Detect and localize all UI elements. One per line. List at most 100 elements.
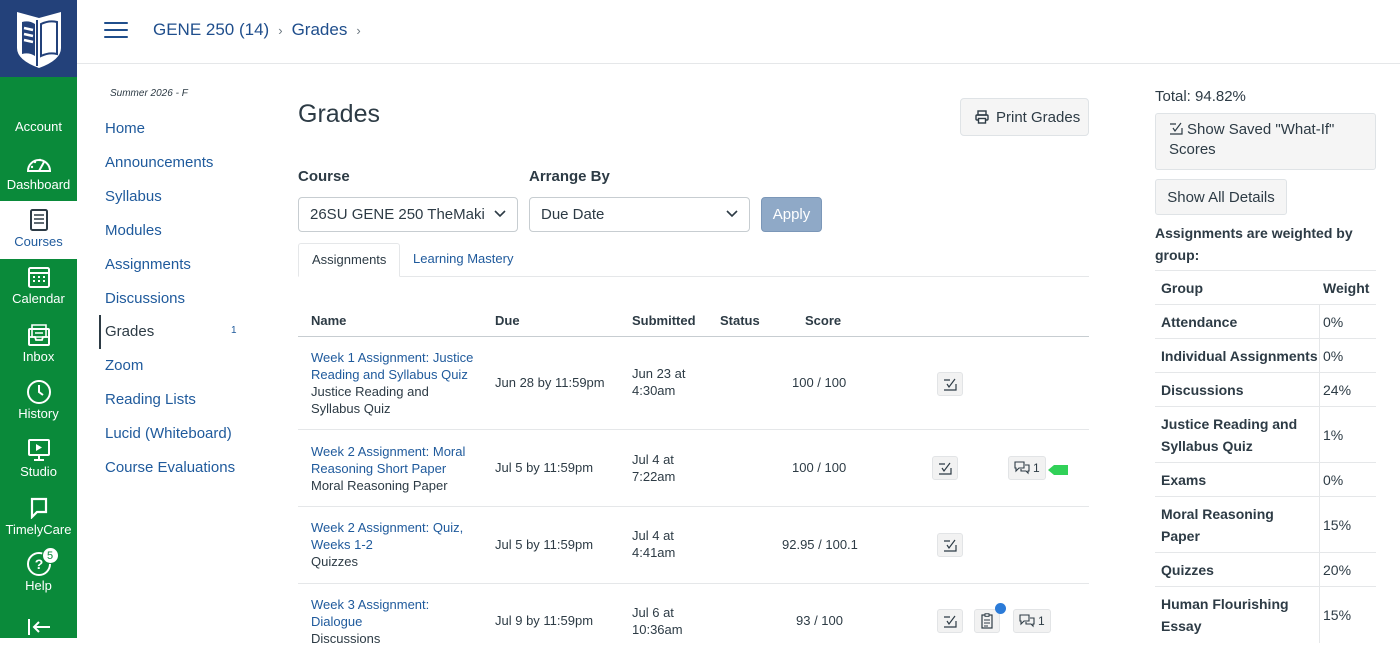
institution-logo[interactable]: [0, 0, 77, 77]
due-date: Jul 9 by 11:59pm: [495, 613, 594, 628]
weight-row: Moral Reasoning Paper 15%: [1155, 497, 1376, 553]
weight-row: Justice Reading and Syllabus Quiz 1%: [1155, 407, 1376, 463]
course-nav-reading-lists[interactable]: Reading Lists: [105, 391, 196, 408]
nav-calendar[interactable]: Calendar: [0, 264, 77, 306]
inbox-icon: [27, 322, 51, 348]
total-grade: Total: 94.82%: [1155, 88, 1246, 105]
assignment-group: Justice Reading and Syllabus Quiz: [311, 384, 429, 416]
weight-value: 20%: [1323, 562, 1352, 578]
course-nav-announcements[interactable]: Announcements: [105, 154, 213, 171]
history-icon: [26, 379, 52, 405]
tab-assignments[interactable]: Assignments: [298, 243, 401, 277]
nav-courses[interactable]: Courses: [0, 201, 77, 259]
what-if-icon: [939, 462, 952, 475]
what-if-button[interactable]: [937, 372, 963, 396]
course-nav-modules[interactable]: Modules: [105, 222, 162, 239]
nav-history[interactable]: History: [0, 379, 77, 421]
nav-account-label: Account: [15, 119, 62, 134]
table-row: Week 2 Assignment: Quiz, Weeks 1-2 Quizze…: [298, 507, 1089, 584]
svg-text:?: ?: [34, 556, 43, 572]
comments-button[interactable]: 1: [1013, 609, 1051, 633]
table-row: Week 3 Assignment: Dialogue Discussions J…: [298, 584, 1089, 647]
score: 92.95 / 100.1: [782, 537, 858, 552]
column-header-name[interactable]: Name: [311, 313, 346, 328]
assignment-link[interactable]: Week 2 Assignment: Quiz, Weeks 1-2: [311, 519, 491, 553]
what-if-button[interactable]: [937, 533, 963, 557]
assignment-link[interactable]: Week 1 Assignment: Justice Reading and Sy…: [311, 349, 491, 383]
nav-help[interactable]: ? 5 Help: [0, 547, 77, 593]
weight-row: Human Flourishing Essay 15%: [1155, 587, 1376, 643]
assignment-link[interactable]: Week 2 Assignment: Moral Reasoning Short …: [311, 443, 491, 477]
weight-value: 15%: [1323, 607, 1352, 623]
timelycare-icon: [29, 495, 49, 521]
course-nav-syllabus[interactable]: Syllabus: [105, 188, 162, 205]
weight-value: 0%: [1323, 472, 1344, 488]
course-nav-home[interactable]: Home: [105, 120, 145, 137]
assignment-group: Moral Reasoning Paper: [311, 478, 448, 493]
nav-timelycare[interactable]: TimelyCare: [0, 495, 77, 537]
weight-header-weight: Weight: [1323, 280, 1370, 296]
what-if-icon: [944, 615, 957, 628]
course-select[interactable]: 26SU GENE 250 TheMakin: [298, 197, 518, 232]
rubric-button[interactable]: [974, 603, 1006, 633]
chevron-down-icon: [725, 207, 739, 225]
printer-icon: [975, 110, 989, 124]
course-nav-grades[interactable]: Grades: [99, 315, 154, 349]
course-nav-discussions[interactable]: Discussions: [105, 290, 185, 307]
weight-group-name: Quizzes: [1161, 562, 1214, 578]
nav-dashboard[interactable]: Dashboard: [0, 150, 77, 192]
nav-studio[interactable]: Studio: [0, 437, 77, 479]
column-header-submitted[interactable]: Submitted: [632, 313, 696, 328]
assignment-cell: Week 2 Assignment: Moral Reasoning Short …: [311, 443, 491, 494]
comment-count: 1: [1038, 614, 1045, 628]
course-nav-assignments[interactable]: Assignments: [105, 256, 191, 273]
comments-icon: [1014, 461, 1030, 475]
nav-studio-label: Studio: [20, 464, 57, 479]
due-date: Jun 28 by 11:59pm: [495, 375, 605, 390]
weight-group-name: Attendance: [1161, 314, 1238, 330]
assignment-link[interactable]: Week 3 Assignment: Dialogue: [311, 596, 491, 630]
breadcrumb: GENE 250 (14) › Grades ›: [153, 20, 370, 40]
course-nav-evaluations[interactable]: Course Evaluations: [105, 459, 235, 476]
print-grades-button[interactable]: Print Grades: [960, 98, 1089, 136]
collapse-nav-button[interactable]: [0, 614, 77, 640]
column-header-status[interactable]: Status: [720, 313, 760, 328]
column-header-due[interactable]: Due: [495, 313, 520, 328]
due-date: Jul 5 by 11:59pm: [495, 460, 594, 475]
global-nav: Account Dashboard Courses Calendar Inbox…: [0, 0, 77, 638]
course-menu-toggle[interactable]: [104, 22, 128, 42]
nav-help-label: Help: [25, 578, 52, 593]
what-if-button[interactable]: [937, 609, 963, 633]
nav-inbox[interactable]: Inbox: [0, 322, 77, 364]
weight-value: 1%: [1323, 427, 1344, 443]
apply-button[interactable]: Apply: [761, 197, 822, 232]
show-all-details-button[interactable]: Show All Details: [1155, 179, 1287, 215]
breadcrumb-grades-link[interactable]: Grades: [292, 20, 348, 40]
grades-count-badge: 1: [231, 325, 237, 336]
unread-dot-icon: [995, 603, 1006, 614]
arrange-by-value: Due Date: [541, 206, 605, 223]
breadcrumb-separator-icon: ›: [278, 22, 283, 38]
assignment-cell: Week 1 Assignment: Justice Reading and Sy…: [311, 349, 491, 417]
what-if-button[interactable]: [932, 456, 958, 480]
weight-header-group: Group: [1161, 280, 1203, 296]
nav-dashboard-label: Dashboard: [6, 177, 71, 192]
column-header-score[interactable]: Score: [805, 313, 841, 328]
comments-button[interactable]: 1: [1008, 456, 1046, 480]
score: 100 / 100: [792, 375, 847, 390]
what-if-icon: [944, 539, 957, 552]
nav-timelycare-label: TimelyCare: [5, 522, 72, 537]
nav-account[interactable]: Account: [0, 118, 77, 134]
assignment-group: Quizzes: [311, 554, 358, 569]
submitted-date: Jun 23 at 4:30am: [632, 366, 686, 398]
breadcrumb-course-link[interactable]: GENE 250 (14): [153, 20, 269, 40]
due-date: Jul 5 by 11:59pm: [495, 537, 594, 552]
chevron-down-icon: [493, 207, 507, 225]
assignment-cell: Week 3 Assignment: Dialogue Discussions: [311, 596, 491, 647]
tab-learning-mastery[interactable]: Learning Mastery: [400, 243, 526, 277]
course-nav-lucid[interactable]: Lucid (Whiteboard): [105, 425, 232, 442]
course-nav-zoom[interactable]: Zoom: [105, 357, 143, 374]
arrange-by-select[interactable]: Due Date: [529, 197, 750, 232]
weight-group-name: Discussions: [1161, 382, 1244, 398]
show-saved-what-if-button[interactable]: Show Saved "What-If" Scores: [1155, 113, 1376, 170]
